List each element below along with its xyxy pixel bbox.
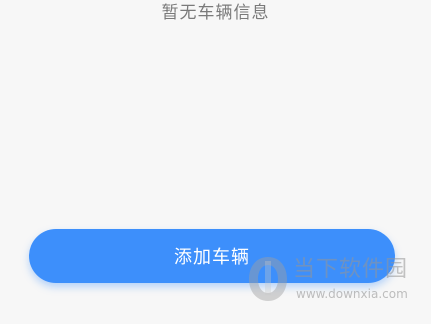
watermark-url: www.downxia.com [296,287,408,301]
add-vehicle-button[interactable]: 添加车辆 [29,229,395,283]
empty-state-message: 暂无车辆信息 [161,3,270,23]
